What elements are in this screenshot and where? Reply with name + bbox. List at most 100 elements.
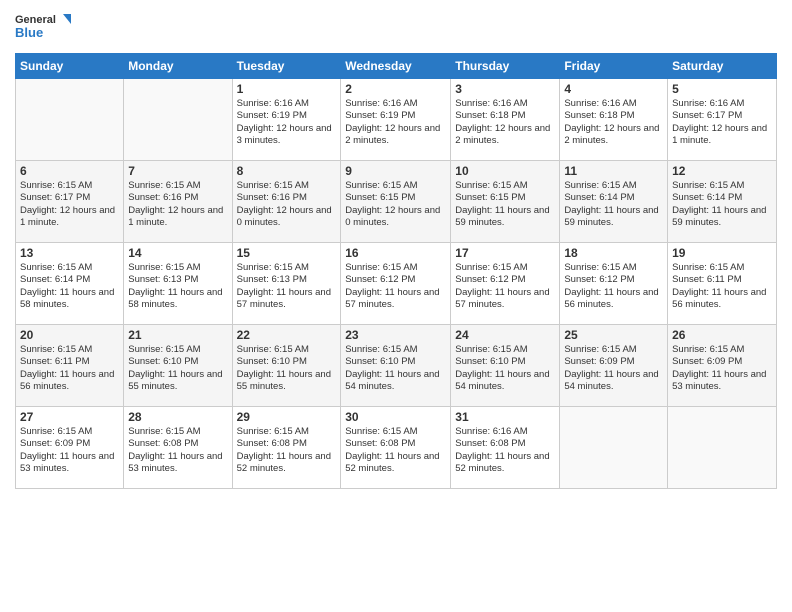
calendar-cell: 10Sunrise: 6:15 AMSunset: 6:15 PMDayligh… [451, 161, 560, 243]
day-number: 30 [345, 410, 446, 424]
day-info: Daylight: 11 hours and 55 minutes. [237, 369, 337, 394]
day-info: Sunset: 6:11 PM [20, 356, 119, 368]
day-info: Sunset: 6:18 PM [455, 110, 555, 122]
day-info: Sunrise: 6:15 AM [128, 180, 227, 192]
day-number: 22 [237, 328, 337, 342]
calendar-page: General Blue SundayMondayTuesdayWednesda… [0, 0, 792, 612]
calendar-cell: 2Sunrise: 6:16 AMSunset: 6:19 PMDaylight… [341, 79, 451, 161]
day-number: 28 [128, 410, 227, 424]
day-info: Daylight: 11 hours and 52 minutes. [345, 451, 446, 476]
day-info: Daylight: 12 hours and 0 minutes. [345, 205, 446, 230]
day-info: Sunset: 6:13 PM [237, 274, 337, 286]
day-number: 6 [20, 164, 119, 178]
day-number: 16 [345, 246, 446, 260]
calendar-cell: 13Sunrise: 6:15 AMSunset: 6:14 PMDayligh… [16, 243, 124, 325]
calendar-cell: 18Sunrise: 6:15 AMSunset: 6:12 PMDayligh… [560, 243, 668, 325]
day-info: Sunset: 6:13 PM [128, 274, 227, 286]
day-info: Sunrise: 6:15 AM [455, 262, 555, 274]
day-info: Daylight: 12 hours and 0 minutes. [237, 205, 337, 230]
calendar-cell [124, 79, 232, 161]
day-info: Sunrise: 6:15 AM [455, 344, 555, 356]
day-info: Daylight: 12 hours and 2 minutes. [455, 123, 555, 148]
calendar-cell: 12 Sunrise: 6:15 AMSunset: 6:14 PMDayligh… [668, 161, 777, 243]
calendar-week-4: 20 Sunrise: 6:15 AM Sunset: 6:11 PM Dayligh… [16, 325, 777, 407]
day-number: 27 [20, 410, 119, 424]
calendar-cell: 28Sunrise: 6:15 AMSunset: 6:08 PMDayligh… [124, 407, 232, 489]
day-info: Sunset: 6:10 PM [237, 356, 337, 368]
day-info: Daylight: 11 hours and 55 minutes. [128, 369, 227, 394]
day-number: 11 [564, 164, 663, 178]
calendar-cell: 11Sunrise: 6:15 AMSunset: 6:14 PMDayligh… [560, 161, 668, 243]
calendar-cell: 24Sunrise: 6:15 AMSunset: 6:10 PMDayligh… [451, 325, 560, 407]
day-info: Sunset: 6:16 PM [128, 192, 227, 204]
day-info: Sunset: 6:08 PM [237, 438, 337, 450]
calendar-cell: 25Sunrise: 6:15 AMSunset: 6:09 PMDayligh… [560, 325, 668, 407]
calendar-cell: 4Sunrise: 6:16 AMSunset: 6:18 PMDaylight… [560, 79, 668, 161]
calendar-cell: 7 Sunrise: 6:15 AMSunset: 6:16 PMDaylight… [124, 161, 232, 243]
day-number: 18 [564, 246, 663, 260]
day-info: Sunrise: 6:15 AM [672, 344, 772, 356]
calendar-cell: 22 Sunrise: 6:15 AMSunset: 6:10 PMDayligh… [232, 325, 341, 407]
day-info: Daylight: 11 hours and 59 minutes. [564, 205, 663, 230]
day-info: Sunrise: 6:15 AM [20, 426, 119, 438]
day-info: Daylight: 11 hours and 57 minutes. [237, 287, 337, 312]
day-info: Daylight: 11 hours and 59 minutes. [672, 205, 772, 230]
calendar-cell: 15Sunrise: 6:15 AMSunset: 6:13 PMDayligh… [232, 243, 341, 325]
day-number: 19 [672, 246, 772, 260]
day-info: Sunrise: 6:16 AM [237, 98, 337, 110]
day-info: Sunset: 6:12 PM [345, 274, 446, 286]
calendar-cell: 31Sunrise: 6:16 AMSunset: 6:08 PMDayligh… [451, 407, 560, 489]
day-number: 10 [455, 164, 555, 178]
calendar-cell: 20Sunrise: 6:15 AMSunset: 6:11 PMDayligh… [16, 325, 124, 407]
calendar-cell: 14Sunrise: 6:15 AMSunset: 6:13 PMDayligh… [124, 243, 232, 325]
page-header: General Blue [15, 10, 777, 45]
day-number: 20 [20, 328, 119, 342]
day-info: Sunrise: 6:16 AM [672, 98, 772, 110]
day-info: Sunset: 6:18 PM [564, 110, 663, 122]
calendar-cell: 5Sunrise: 6:16 AMSunset: 6:17 PMDaylight… [668, 79, 777, 161]
day-info: Daylight: 12 hours and 1 minute. [672, 123, 772, 148]
day-info: Daylight: 12 hours and 2 minutes. [564, 123, 663, 148]
header-saturday: Saturday [668, 54, 777, 79]
calendar-week-2: 6Sunrise: 6:15 AMSunset: 6:17 PMDaylight… [16, 161, 777, 243]
day-number: 7 [128, 164, 227, 178]
day-info: Daylight: 12 hours and 1 minute. [20, 205, 119, 230]
day-info: Sunrise: 6:16 AM [345, 98, 446, 110]
day-info: Sunset: 6:15 PM [455, 192, 555, 204]
day-number: 29 [237, 410, 337, 424]
day-info: Sunrise: 6:15 AM [20, 180, 119, 192]
day-info: Daylight: 11 hours and 52 minutes. [237, 451, 337, 476]
day-info: Daylight: 11 hours and 58 minutes. [128, 287, 227, 312]
day-number: 12 [672, 164, 772, 178]
day-info: Daylight: 11 hours and 54 minutes. [455, 369, 555, 394]
day-number: 14 [128, 246, 227, 260]
day-info: Daylight: 12 hours and 2 minutes. [345, 123, 446, 148]
day-info: Daylight: 11 hours and 53 minutes. [20, 451, 119, 476]
day-number: 31 [455, 410, 555, 424]
calendar-cell: 29Sunrise: 6:15 AMSunset: 6:08 PMDayligh… [232, 407, 341, 489]
calendar-header-row: SundayMondayTuesdayWednesdayThursdayFrid… [16, 54, 777, 79]
day-info: Daylight: 11 hours and 56 minutes. [672, 287, 772, 312]
day-info: Daylight: 11 hours and 56 minutes. [564, 287, 663, 312]
day-info: Sunrise: 6:15 AM [237, 344, 337, 356]
day-info: Daylight: 12 hours and 1 minute. [128, 205, 227, 230]
day-info: Sunrise: 6:15 AM [345, 262, 446, 274]
day-info: Sunset: 6:14 PM [672, 192, 772, 204]
day-info: Sunset: 6:08 PM [455, 438, 555, 450]
calendar-cell: 1Sunrise: 6:16 AMSunset: 6:19 PMDaylight… [232, 79, 341, 161]
day-number: 21 [128, 328, 227, 342]
day-info: Sunset: 6:10 PM [345, 356, 446, 368]
day-info: Sunrise: 6:15 AM [20, 262, 119, 274]
day-number: 26 [672, 328, 772, 342]
calendar-cell: 9Sunrise: 6:15 AMSunset: 6:15 PMDaylight… [341, 161, 451, 243]
day-number: 8 [237, 164, 337, 178]
day-info: Daylight: 12 hours and 3 minutes. [237, 123, 337, 148]
day-info: Sunrise: 6:16 AM [564, 98, 663, 110]
day-number: 13 [20, 246, 119, 260]
day-info: Sunset: 6:17 PM [20, 192, 119, 204]
day-info: Sunset: 6:09 PM [672, 356, 772, 368]
day-info: Sunrise: 6:16 AM [455, 98, 555, 110]
logo-svg: General Blue [15, 10, 75, 45]
day-info: Sunrise: 6:15 AM [672, 180, 772, 192]
day-info: Sunset: 6:09 PM [564, 356, 663, 368]
